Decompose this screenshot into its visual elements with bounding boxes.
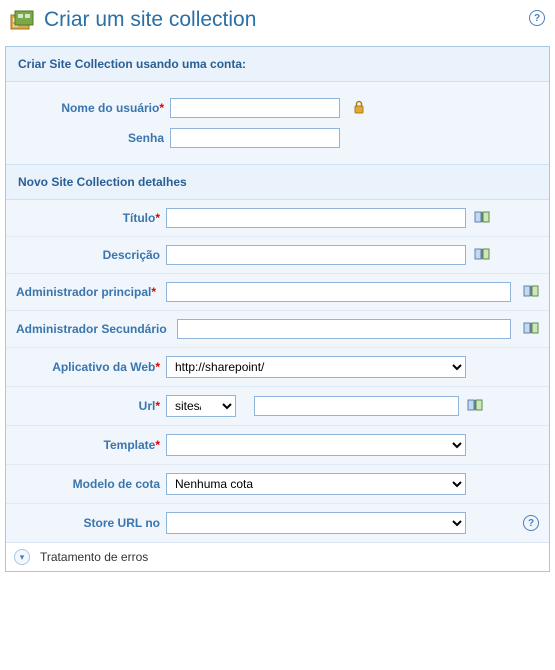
expand-button[interactable]: ▾ [14, 549, 30, 565]
app-web-label: Aplicativo da Web* [16, 360, 166, 374]
row-cota: Modelo de cota Nenhuma cota [6, 464, 549, 503]
cota-label: Modelo de cota [16, 477, 166, 491]
book-icon[interactable] [523, 284, 539, 301]
password-label: Senha [20, 131, 170, 145]
section-details-header: Novo Site Collection detalhes [6, 164, 549, 200]
section-details-body: Título* Descrição Administrador principa… [6, 200, 549, 542]
form-panel: Criar Site Collection usando uma conta: … [5, 46, 550, 572]
url-path-select[interactable]: sites/ [166, 395, 236, 417]
row-admin-secundario: Administrador Secundário [6, 310, 549, 347]
template-select[interactable] [166, 434, 466, 456]
admin-secundario-input[interactable] [177, 319, 511, 339]
help-icon[interactable]: ? [529, 10, 545, 26]
row-titulo: Título* [6, 200, 549, 236]
url-label: Url* [16, 399, 166, 413]
username-input[interactable] [170, 98, 340, 118]
descricao-label: Descrição [16, 248, 166, 262]
store-label: Store URL no [16, 516, 166, 530]
app-web-select[interactable]: http://sharepoint/ [166, 356, 466, 378]
row-store: Store URL no ? [6, 503, 549, 542]
row-password: Senha [10, 126, 545, 156]
book-icon[interactable] [474, 247, 490, 264]
password-input[interactable] [170, 128, 340, 148]
admin-principal-input[interactable] [166, 282, 511, 302]
cota-select[interactable]: Nenhuma cota [166, 473, 466, 495]
url-name-input[interactable] [254, 396, 459, 416]
chevron-down-icon: ▾ [20, 553, 25, 562]
row-app-web: Aplicativo da Web* http://sharepoint/ [6, 347, 549, 386]
template-label: Template* [16, 438, 166, 452]
footer-bar: ▾ Tratamento de erros [6, 542, 549, 571]
section-account-header: Criar Site Collection usando uma conta: [6, 47, 549, 82]
page-header: Criar um site collection ? [0, 0, 555, 46]
book-icon[interactable] [474, 210, 490, 227]
help-icon[interactable]: ? [523, 515, 539, 531]
page-title: Criar um site collection [44, 8, 256, 32]
descricao-input[interactable] [166, 245, 466, 265]
row-template: Template* [6, 425, 549, 464]
section-account-body: Nome do usuário* Senha [6, 82, 549, 164]
book-icon[interactable] [523, 321, 539, 338]
admin-secundario-label: Administrador Secundário [16, 322, 173, 336]
book-icon[interactable] [467, 398, 483, 415]
lock-icon [352, 100, 366, 117]
row-url: Url* sites/ [6, 386, 549, 425]
store-select[interactable] [166, 512, 466, 534]
footer-label: Tratamento de erros [40, 550, 148, 564]
site-collection-icon [10, 9, 34, 31]
row-descricao: Descrição [6, 236, 549, 273]
username-label: Nome do usuário* [20, 101, 170, 115]
titulo-input[interactable] [166, 208, 466, 228]
titulo-label: Título* [16, 211, 166, 225]
row-username: Nome do usuário* [10, 90, 545, 126]
admin-principal-label: Administrador principal* [16, 285, 162, 299]
row-admin-principal: Administrador principal* [6, 273, 549, 310]
